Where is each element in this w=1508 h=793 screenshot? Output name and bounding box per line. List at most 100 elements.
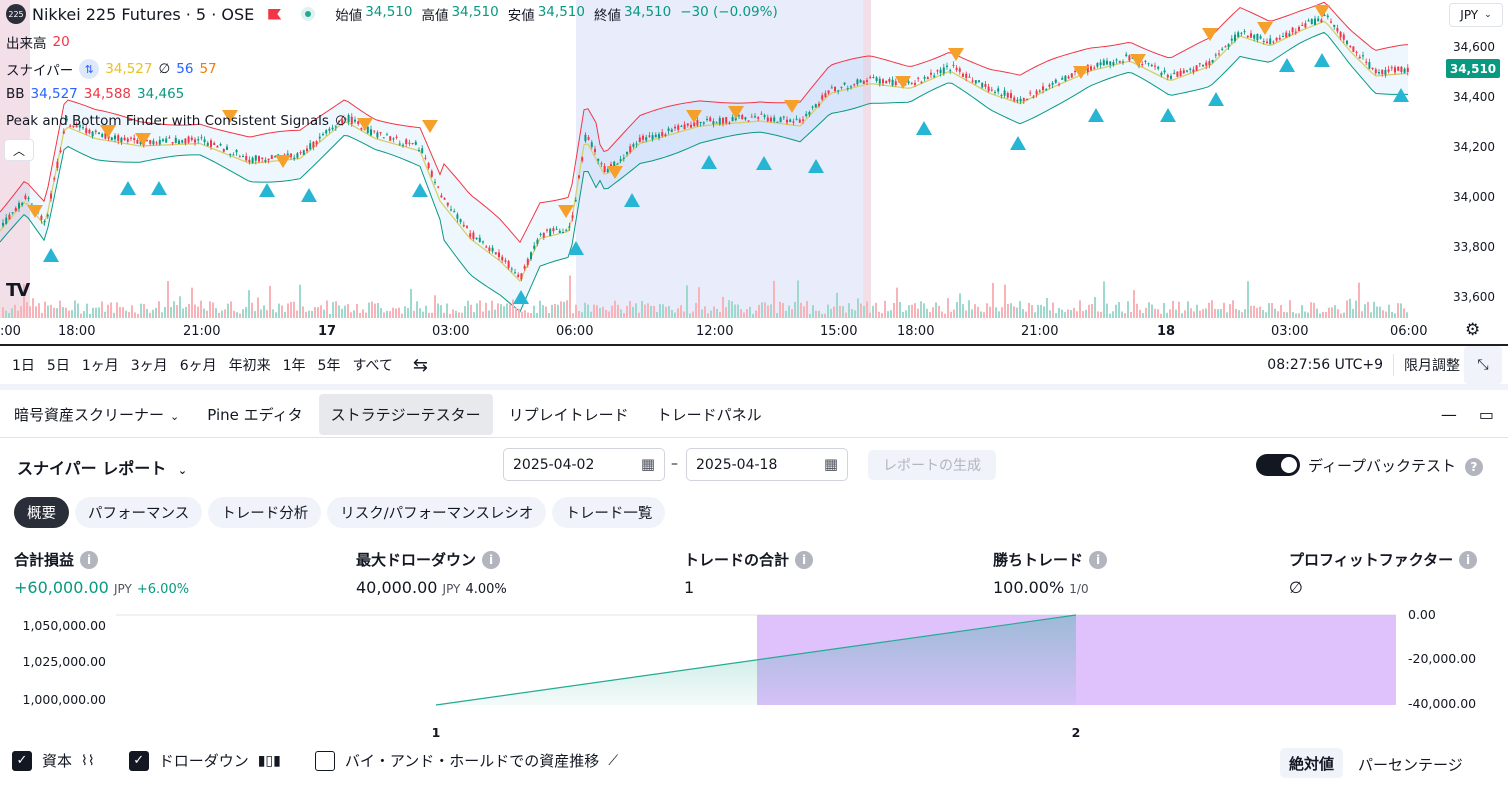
calendar-range-icon[interactable]: ⇆ [413, 355, 428, 376]
timeframe-button[interactable]: 6ヶ月 [174, 355, 223, 375]
calendar-icon[interactable]: ▦ [641, 455, 655, 473]
report-title[interactable]: スナイパー レポート ⌄ [17, 455, 187, 479]
volume-bar [821, 313, 823, 318]
peak-legend[interactable]: Peak and Bottom Finder with Consistent S… [6, 113, 347, 129]
candle-body [376, 132, 379, 138]
volume-bar [947, 298, 949, 318]
panel-tab[interactable]: トレードパネル [645, 394, 774, 435]
volume-bar [125, 310, 127, 318]
collapse-panel-icon[interactable]: ⤡ [1464, 346, 1502, 384]
clock[interactable]: 08:27:56 UTC+9 [1267, 357, 1383, 373]
currency-label: JPY [1460, 8, 1479, 22]
candle-body [1262, 40, 1265, 42]
series-checkbox[interactable]: ✓ 資本 ⌇⌇ [12, 750, 95, 771]
timeframe-button[interactable]: 1日 [6, 355, 41, 375]
volume-bar [938, 305, 940, 318]
flag-icon[interactable] [268, 8, 282, 20]
volume-bar [893, 303, 895, 318]
ohlc-label: 高値 [421, 8, 449, 24]
series-checkbox[interactable]: バイ・アンド・ホールドでの資産推移 ⟋ [314, 750, 618, 771]
candle-body [315, 141, 318, 145]
candle-body [1054, 79, 1057, 83]
contract-adjust-button[interactable]: 限月調整 [1404, 355, 1460, 375]
collapse-legend-button[interactable]: ︿ [4, 139, 34, 161]
report-sub-tab[interactable]: 概要 [14, 497, 69, 528]
report-sub-tab[interactable]: トレード分析 [208, 497, 322, 528]
volume-bar [1028, 302, 1030, 318]
percent-mode-button[interactable]: パーセンテージ [1358, 754, 1463, 775]
currency-button[interactable]: JPY ⌄ [1449, 3, 1503, 27]
volume-bar [884, 300, 886, 318]
help-icon[interactable]: i [795, 550, 814, 569]
timeframe-button[interactable]: 年初来 [223, 355, 277, 375]
generate-report-button[interactable]: レポートの生成 [868, 450, 996, 480]
candle-body [402, 144, 404, 146]
candle-body [878, 78, 881, 84]
volume-bar [80, 313, 82, 318]
candle-body [798, 119, 801, 123]
candle-body [1013, 97, 1016, 101]
report-sub-tab[interactable]: リスク/パフォーマンスレシオ [327, 497, 547, 528]
volume-bar [95, 307, 97, 318]
volume-bar [1271, 303, 1273, 318]
candle-body [446, 202, 449, 206]
candlestick-chart[interactable]: 34,600 34,400 34,200 34,000 33,800 33,600:00 1… [0, 0, 1508, 344]
candle-body [245, 155, 248, 161]
timeframe-button[interactable]: 1ヶ月 [76, 355, 125, 375]
maximize-icon[interactable]: ▭ [1479, 405, 1494, 424]
volume-bar [749, 306, 751, 318]
candle-body [14, 207, 17, 212]
candle-body [165, 138, 168, 143]
deep-backtest-toggle[interactable] [1256, 454, 1300, 476]
candle-body [1333, 24, 1336, 27]
volume-bar [905, 310, 907, 318]
timeframe-button[interactable]: 5日 [41, 355, 76, 375]
volume-bar [191, 287, 193, 318]
checkbox-empty-icon[interactable] [314, 750, 335, 771]
symbol-title[interactable]: Nikkei 225 Futures · 5 · OSE [32, 5, 254, 24]
panel-tab[interactable]: ストラテジーテスター [318, 394, 493, 435]
trade-number-label: 2 [1072, 725, 1081, 740]
checkbox-checked-icon[interactable]: ✓ [12, 750, 32, 771]
help-icon[interactable]: i [482, 550, 501, 569]
price-chart[interactable]: 34,600 34,400 34,200 34,000 33,800 33,600:00 1… [0, 0, 1508, 346]
series-checkbox[interactable]: ✓ ドローダウン ▮▯▮ [128, 750, 281, 771]
volume-bar [1001, 307, 1003, 318]
sniper-legend[interactable]: スナイパー ⇅ 34,527 ∅ 56 57 [6, 59, 217, 79]
volume-bar [1193, 311, 1195, 318]
timeframe-button[interactable]: 1年 [277, 355, 312, 375]
volume-bar [32, 298, 34, 318]
volume-bar [152, 309, 154, 318]
help-icon[interactable]: i [1089, 550, 1108, 569]
market-status-icon[interactable] [301, 7, 316, 21]
panel-tab[interactable]: Pine エディタ [195, 394, 314, 435]
volume-bar [143, 303, 145, 318]
absolute-mode-button[interactable]: 絶対値 [1280, 748, 1344, 778]
equity-chart[interactable]: 1,050,000.00 1,025,000.00 1,000,000.00 0.00… [0, 605, 1508, 745]
timeframe-button[interactable]: すべて [346, 355, 398, 375]
sniper-icon: ⇅ [79, 59, 100, 79]
tradingview-logo[interactable]: TV [6, 280, 30, 301]
volume-bar [110, 302, 112, 318]
checkbox-checked-icon[interactable]: ✓ [128, 750, 149, 771]
price-axis-label: 34,000 [1453, 190, 1495, 204]
bb-legend[interactable]: BB 34,527 34,588 34,465 [6, 86, 184, 102]
timeframe-button[interactable]: 5年 [312, 355, 347, 375]
help-icon[interactable]: ? [1464, 458, 1483, 476]
candle-body [1128, 55, 1131, 61]
volume-legend[interactable]: 出来高 20 [6, 32, 70, 52]
report-sub-tab[interactable]: トレード一覧 [552, 497, 666, 528]
help-icon[interactable]: i [80, 550, 99, 569]
report-sub-tab[interactable]: パフォーマンス [75, 497, 203, 528]
minimize-icon[interactable]: — [1441, 405, 1457, 424]
calendar-icon[interactable]: ▦ [824, 455, 838, 473]
date-to-field[interactable]: 2025-04-18 ▦ [686, 448, 848, 481]
help-icon[interactable]: i [1459, 550, 1478, 569]
gear-icon[interactable]: ⚙ [1465, 320, 1480, 340]
timeframe-button[interactable]: 3ヶ月 [125, 355, 174, 375]
panel-tab[interactable]: リプレイトレード [497, 394, 641, 435]
date-from-field[interactable]: 2025-04-02 ▦ [503, 448, 665, 481]
volume-bar [788, 305, 790, 318]
panel-tab[interactable]: 暗号資産スクリーナー ⌄ [2, 394, 191, 435]
candle-body [690, 124, 692, 128]
